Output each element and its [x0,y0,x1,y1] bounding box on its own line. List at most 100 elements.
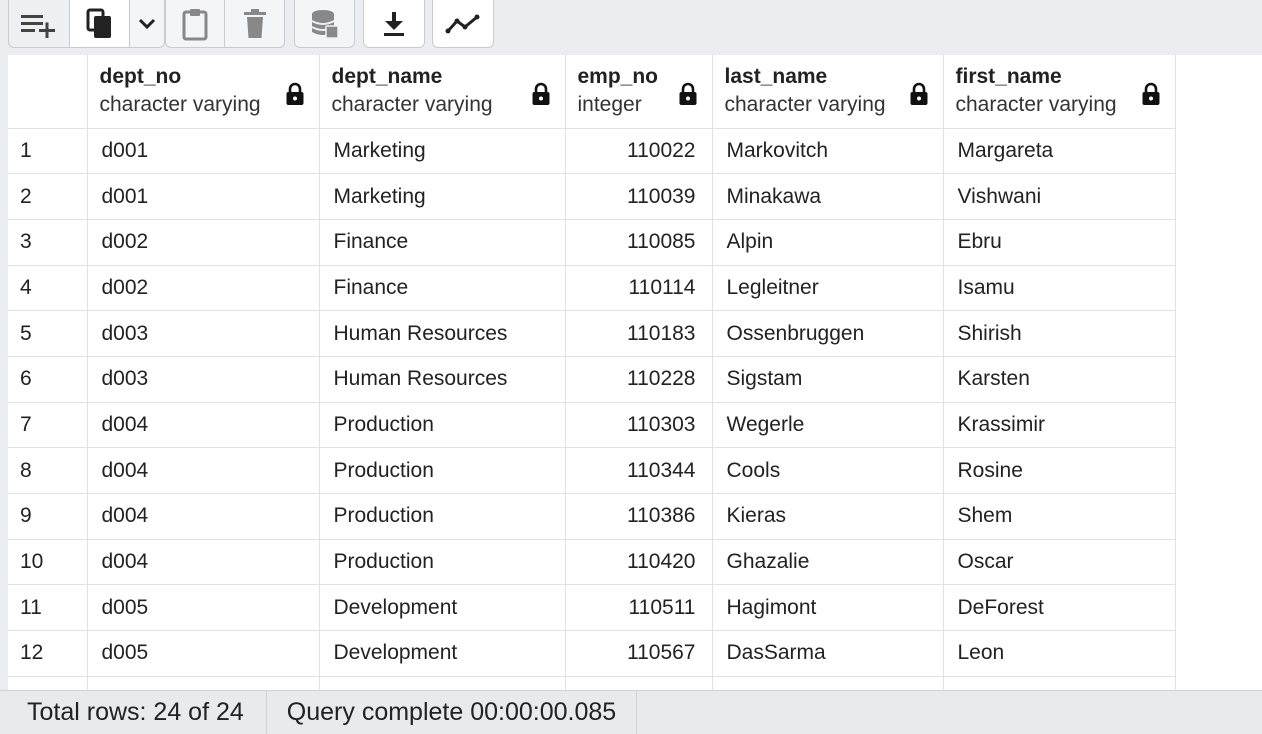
cell-first-name[interactable]: Shem [943,493,1176,540]
cell-dept-name[interactable]: Finance [319,219,566,266]
row-number[interactable]: 4 [8,265,88,312]
table-row[interactable]: 6 d003 Human Resources 110228 Sigstam Ka… [8,356,1176,403]
paste-button[interactable] [165,0,225,48]
cell-last-name[interactable]: Wegerle [712,402,944,449]
download-button[interactable] [363,0,425,48]
cell-emp-no[interactable] [565,676,713,690]
cell-last-name[interactable] [712,676,944,690]
table-row[interactable]: 10 d004 Production 110420 Ghazalie Oscar [8,539,1176,586]
cell-last-name[interactable]: Sigstam [712,356,944,403]
cell-emp-no[interactable]: 110228 [565,356,713,403]
cell-emp-no[interactable]: 110420 [565,539,713,586]
cell-dept-no[interactable]: d003 [87,356,320,403]
cell-last-name[interactable]: Ghazalie [712,539,944,586]
cell-dept-no[interactable]: d004 [87,493,320,540]
column-header-dept-name[interactable]: dept_name character varying [319,55,566,129]
cell-first-name[interactable]: Isamu [943,265,1176,312]
row-number[interactable]: 10 [8,539,88,586]
cell-first-name[interactable]: Oscar [943,539,1176,586]
cell-last-name[interactable]: Cools [712,447,944,494]
cell-dept-no[interactable]: d005 [87,584,320,632]
copy-options-dropdown[interactable] [129,0,165,48]
table-row[interactable]: 1 d001 Marketing 110022 Markovitch Marga… [8,128,1176,175]
copy-button[interactable] [69,0,130,48]
table-row[interactable]: 9 d004 Production 110386 Kieras Shem [8,493,1176,540]
cell-dept-name[interactable]: Development [319,584,566,632]
cell-emp-no[interactable]: 110039 [565,173,713,220]
cell-dept-name[interactable]: Finance [319,265,566,312]
row-number[interactable]: 2 [8,173,88,220]
cell-first-name[interactable]: Karsten [943,356,1176,403]
cell-dept-name[interactable]: Marketing [319,173,566,220]
cell-dept-name[interactable]: Human Resources [319,356,566,403]
cell-first-name[interactable] [943,676,1176,690]
cell-dept-no[interactable]: d002 [87,265,320,312]
cell-first-name[interactable]: Shirish [943,310,1176,357]
cell-dept-name[interactable]: Production [319,447,566,494]
cell-first-name[interactable]: Ebru [943,219,1176,266]
row-number[interactable]: 3 [8,219,88,266]
cell-dept-name[interactable]: Production [319,402,566,449]
cell-last-name[interactable]: Kieras [712,493,944,540]
table-row-partial[interactable] [8,676,1176,690]
cell-emp-no[interactable]: 110344 [565,447,713,494]
row-number[interactable]: 7 [8,402,88,449]
cell-first-name[interactable]: DeForest [943,584,1176,632]
cell-dept-name[interactable]: Marketing [319,128,566,175]
cell-first-name[interactable]: Leon [943,630,1176,677]
cell-emp-no[interactable]: 110511 [565,584,713,632]
cell-emp-no[interactable]: 110386 [565,493,713,540]
cell-dept-no[interactable]: d003 [87,310,320,357]
cell-dept-no[interactable]: d004 [87,539,320,586]
cell-last-name[interactable]: DasSarma [712,630,944,677]
cell-first-name[interactable]: Vishwani [943,173,1176,220]
table-row[interactable]: 12 d005 Development 110567 DasSarma Leon [8,630,1176,677]
cell-dept-no[interactable]: d001 [87,173,320,220]
table-row[interactable]: 4 d002 Finance 110114 Legleitner Isamu [8,265,1176,312]
row-number[interactable]: 9 [8,493,88,540]
column-header-emp-no[interactable]: emp_no integer [565,55,713,129]
cell-first-name[interactable]: Krassimir [943,402,1176,449]
row-number[interactable]: 12 [8,630,88,677]
cell-dept-no[interactable]: d001 [87,128,320,175]
cell-emp-no[interactable]: 110085 [565,219,713,266]
cell-dept-name[interactable]: Production [319,539,566,586]
row-number[interactable]: 11 [8,584,88,632]
table-row[interactable]: 7 d004 Production 110303 Wegerle Krassim… [8,402,1176,449]
cell-dept-name[interactable]: Development [319,630,566,677]
column-header-first-name[interactable]: first_name character varying [943,55,1176,129]
cell-emp-no[interactable]: 110183 [565,310,713,357]
add-row-button[interactable] [8,0,70,48]
cell-last-name[interactable]: Legleitner [712,265,944,312]
cell-dept-no[interactable] [87,676,320,690]
cell-emp-no[interactable]: 110114 [565,265,713,312]
cell-emp-no[interactable]: 110022 [565,128,713,175]
cell-dept-name[interactable]: Human Resources [319,310,566,357]
row-number[interactable]: 5 [8,310,88,357]
cell-dept-name[interactable] [319,676,566,690]
cell-dept-name[interactable]: Production [319,493,566,540]
delete-button[interactable] [224,0,285,48]
row-number[interactable] [8,676,88,690]
row-number-header[interactable] [8,55,88,129]
table-row[interactable]: 8 d004 Production 110344 Cools Rosine [8,447,1176,494]
cell-last-name[interactable]: Minakawa [712,173,944,220]
row-number[interactable]: 1 [8,128,88,175]
cell-last-name[interactable]: Hagimont [712,584,944,632]
cell-dept-no[interactable]: d004 [87,402,320,449]
row-number[interactable]: 8 [8,447,88,494]
cell-first-name[interactable]: Rosine [943,447,1176,494]
row-number[interactable]: 6 [8,356,88,403]
cell-dept-no[interactable]: d002 [87,219,320,266]
table-row[interactable]: 11 d005 Development 110511 Hagimont DeFo… [8,584,1176,632]
column-header-last-name[interactable]: last_name character varying [712,55,944,129]
cell-dept-no[interactable]: d005 [87,630,320,677]
cell-last-name[interactable]: Markovitch [712,128,944,175]
table-row[interactable]: 2 d001 Marketing 110039 Minakawa Vishwan… [8,173,1176,220]
table-row[interactable]: 5 d003 Human Resources 110183 Ossenbrugg… [8,310,1176,357]
cell-last-name[interactable]: Ossenbruggen [712,310,944,357]
cell-dept-no[interactable]: d004 [87,447,320,494]
cell-emp-no[interactable]: 110567 [565,630,713,677]
cell-emp-no[interactable]: 110303 [565,402,713,449]
cell-last-name[interactable]: Alpin [712,219,944,266]
